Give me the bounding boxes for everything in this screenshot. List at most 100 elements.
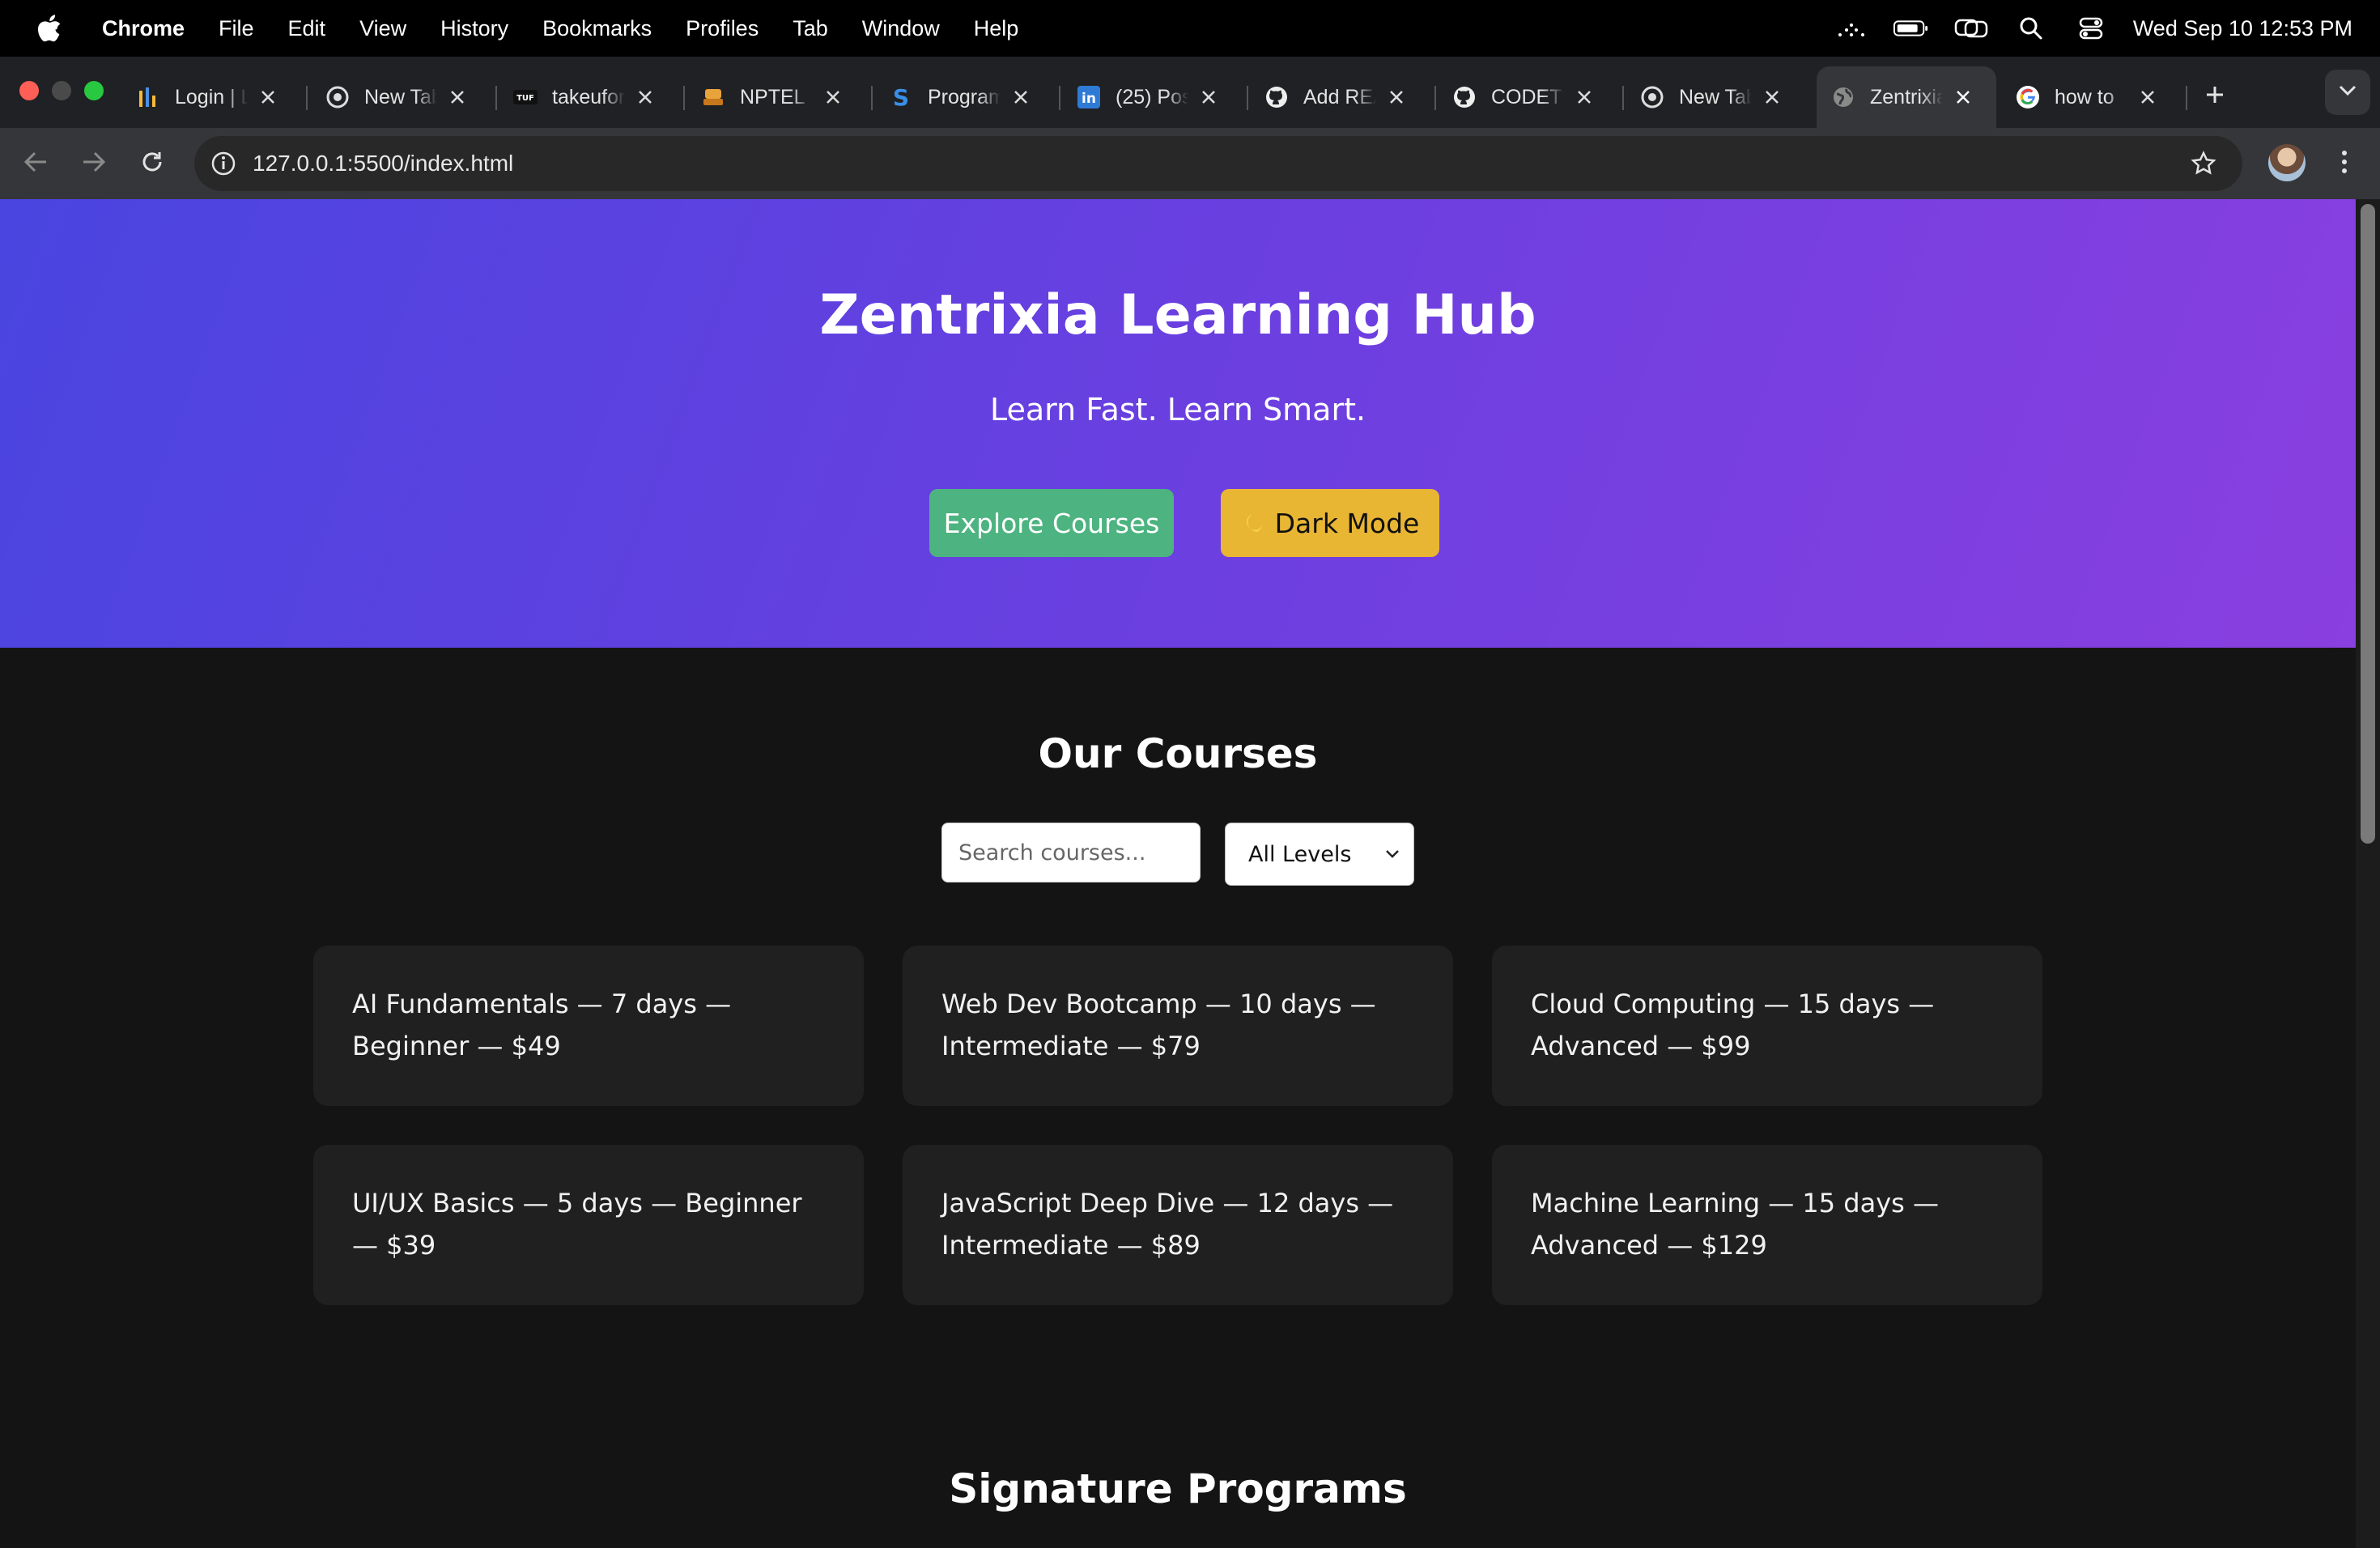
tab-separator <box>495 86 497 110</box>
macos-menu-bar: Chrome File Edit View History Bookmarks … <box>0 0 2380 57</box>
chevron-down-icon <box>1381 843 1404 865</box>
apple-icon[interactable] <box>28 6 71 50</box>
menu-view[interactable]: View <box>359 16 406 41</box>
kebab-menu-icon <box>2340 150 2348 178</box>
course-card-text: AI Fundamentals — 7 days — Beginner — $4… <box>352 989 732 1061</box>
tab-close-icon[interactable] <box>1383 83 1410 111</box>
chevron-down-icon <box>2339 85 2357 100</box>
course-search-input[interactable] <box>941 823 1201 882</box>
status-area: Wed Sep 10 12:53 PM <box>1834 0 2380 57</box>
chrome-icon <box>325 85 350 109</box>
maximize-window-button[interactable] <box>84 81 104 100</box>
close-window-button[interactable] <box>19 81 39 100</box>
menu-edit[interactable]: Edit <box>288 16 326 41</box>
menu-tab[interactable]: Tab <box>793 16 828 41</box>
tab-takeuforward[interactable]: TUF takeuforward <box>513 66 685 128</box>
back-button[interactable] <box>16 144 55 183</box>
tab-new-tab[interactable]: New Tab <box>325 66 497 128</box>
tab-close-icon[interactable] <box>1570 83 1598 111</box>
menu-profiles[interactable]: Profiles <box>686 16 759 41</box>
menu-app-name[interactable]: Chrome <box>102 16 185 41</box>
s-logo-icon: S <box>889 85 913 109</box>
tab-nptel[interactable]: NPTEL <box>701 66 873 128</box>
reload-button[interactable] <box>133 144 172 183</box>
spotlight-search-icon[interactable] <box>2013 11 2049 46</box>
menu-history[interactable]: History <box>440 16 508 41</box>
tab-close-icon[interactable] <box>1758 83 1786 111</box>
dark-mode-label: Dark Mode <box>1274 507 1420 539</box>
tab-title: CODETECH <box>1491 85 1564 108</box>
tab-title: New Tab <box>1679 85 1752 108</box>
site-info-icon[interactable] <box>207 147 240 180</box>
new-tab-button[interactable] <box>2199 66 2231 128</box>
tab-title: Add README <box>1303 85 1376 108</box>
tab-separator <box>871 86 873 110</box>
course-card[interactable]: Web Dev Bootcamp — 10 days — Intermediat… <box>903 946 1453 1106</box>
tab-google-search[interactable]: how to <box>2016 66 2187 128</box>
control-center-icon[interactable] <box>2073 11 2109 46</box>
plus-icon <box>2205 85 2225 110</box>
minimize-window-button[interactable] <box>52 81 71 100</box>
menu-window[interactable]: Window <box>862 16 940 41</box>
level-filter-value: All Levels <box>1248 841 1352 867</box>
tab-search-button[interactable] <box>2325 70 2370 115</box>
browser-tab-strip: Login | L New Tab TUF takeuforward NPTEL… <box>0 57 2380 128</box>
dark-mode-button[interactable]: Dark Mode <box>1221 489 1439 557</box>
tab-close-icon[interactable] <box>819 83 847 111</box>
tab-close-icon[interactable] <box>444 83 471 111</box>
tab-close-icon[interactable] <box>1949 83 1977 111</box>
tab-add-readme[interactable]: Add README <box>1264 66 1436 128</box>
tab-new-tab-2[interactable]: New Tab <box>1640 66 1802 128</box>
browser-toolbar: 127.0.0.1:5500/index.html <box>0 128 2380 199</box>
tab-programiz[interactable]: S Programiz <box>889 66 1060 128</box>
bookmark-star-icon[interactable] <box>2187 147 2220 180</box>
hero-title: Zentrixia Learning Hub <box>819 283 1536 347</box>
menu-bookmarks[interactable]: Bookmarks <box>542 16 652 41</box>
tab-zentrixia[interactable]: Zentrixia <box>1817 66 1996 128</box>
scrollbar-thumb[interactable] <box>2361 204 2375 844</box>
menu-clock[interactable]: Wed Sep 10 12:53 PM <box>2133 16 2352 41</box>
course-card-text: Machine Learning — 15 days — Advanced — … <box>1531 1188 1939 1261</box>
svg-text:S: S <box>893 85 909 109</box>
chrome-icon <box>1640 85 1664 109</box>
address-bar[interactable]: 127.0.0.1:5500/index.html <box>194 136 2242 191</box>
tab-linkedin[interactable]: in (25) Posts <box>1077 66 1248 128</box>
scrollbar-track[interactable] <box>2356 199 2380 1548</box>
tuf-icon: TUF <box>513 85 538 109</box>
course-card[interactable]: Machine Learning — 15 days — Advanced — … <box>1492 1145 2042 1305</box>
course-card[interactable]: AI Fundamentals — 7 days — Beginner — $4… <box>313 946 864 1106</box>
reload-icon <box>140 150 164 178</box>
svg-text:in: in <box>1082 91 1096 107</box>
tab-separator <box>2186 86 2187 110</box>
menu-file[interactable]: File <box>219 16 254 41</box>
course-card[interactable]: Cloud Computing — 15 days — Advanced — $… <box>1492 946 2042 1106</box>
tab-codetech[interactable]: CODETECH <box>1452 66 1624 128</box>
tab-title: takeuforward <box>552 85 625 108</box>
tab-close-icon[interactable] <box>2134 83 2161 111</box>
explore-courses-button[interactable]: Explore Courses <box>929 489 1174 557</box>
tab-title: NPTEL <box>740 85 805 108</box>
profile-avatar[interactable] <box>2268 144 2306 181</box>
tab-login[interactable]: Login | L <box>136 66 308 128</box>
forward-button[interactable] <box>74 144 113 183</box>
course-card[interactable]: JavaScript Deep Dive — 12 days — Interme… <box>903 1145 1453 1305</box>
tab-close-icon[interactable] <box>1007 83 1035 111</box>
tab-separator <box>1622 86 1624 110</box>
menu-help[interactable]: Help <box>974 16 1019 41</box>
github-icon <box>1452 85 1477 109</box>
screen-share-icon[interactable] <box>1953 11 1989 46</box>
tab-separator <box>1434 86 1436 110</box>
screen-mirroring-icon[interactable] <box>1834 11 1869 46</box>
course-card[interactable]: UI/UX Basics — 5 days — Beginner — $39 <box>313 1145 864 1305</box>
battery-icon[interactable] <box>1893 11 1929 46</box>
arrow-left-icon <box>23 151 48 177</box>
tab-close-icon[interactable] <box>631 83 659 111</box>
chrome-menu-button[interactable] <box>2325 144 2364 183</box>
tab-title: New Tab <box>364 85 437 108</box>
tab-close-icon[interactable] <box>1195 83 1222 111</box>
level-filter-select[interactable]: All Levels <box>1225 823 1414 886</box>
address-url: 127.0.0.1:5500/index.html <box>253 151 514 176</box>
tab-close-icon[interactable] <box>254 83 282 111</box>
nptel-icon <box>701 85 725 109</box>
globe-icon <box>1831 85 1855 109</box>
